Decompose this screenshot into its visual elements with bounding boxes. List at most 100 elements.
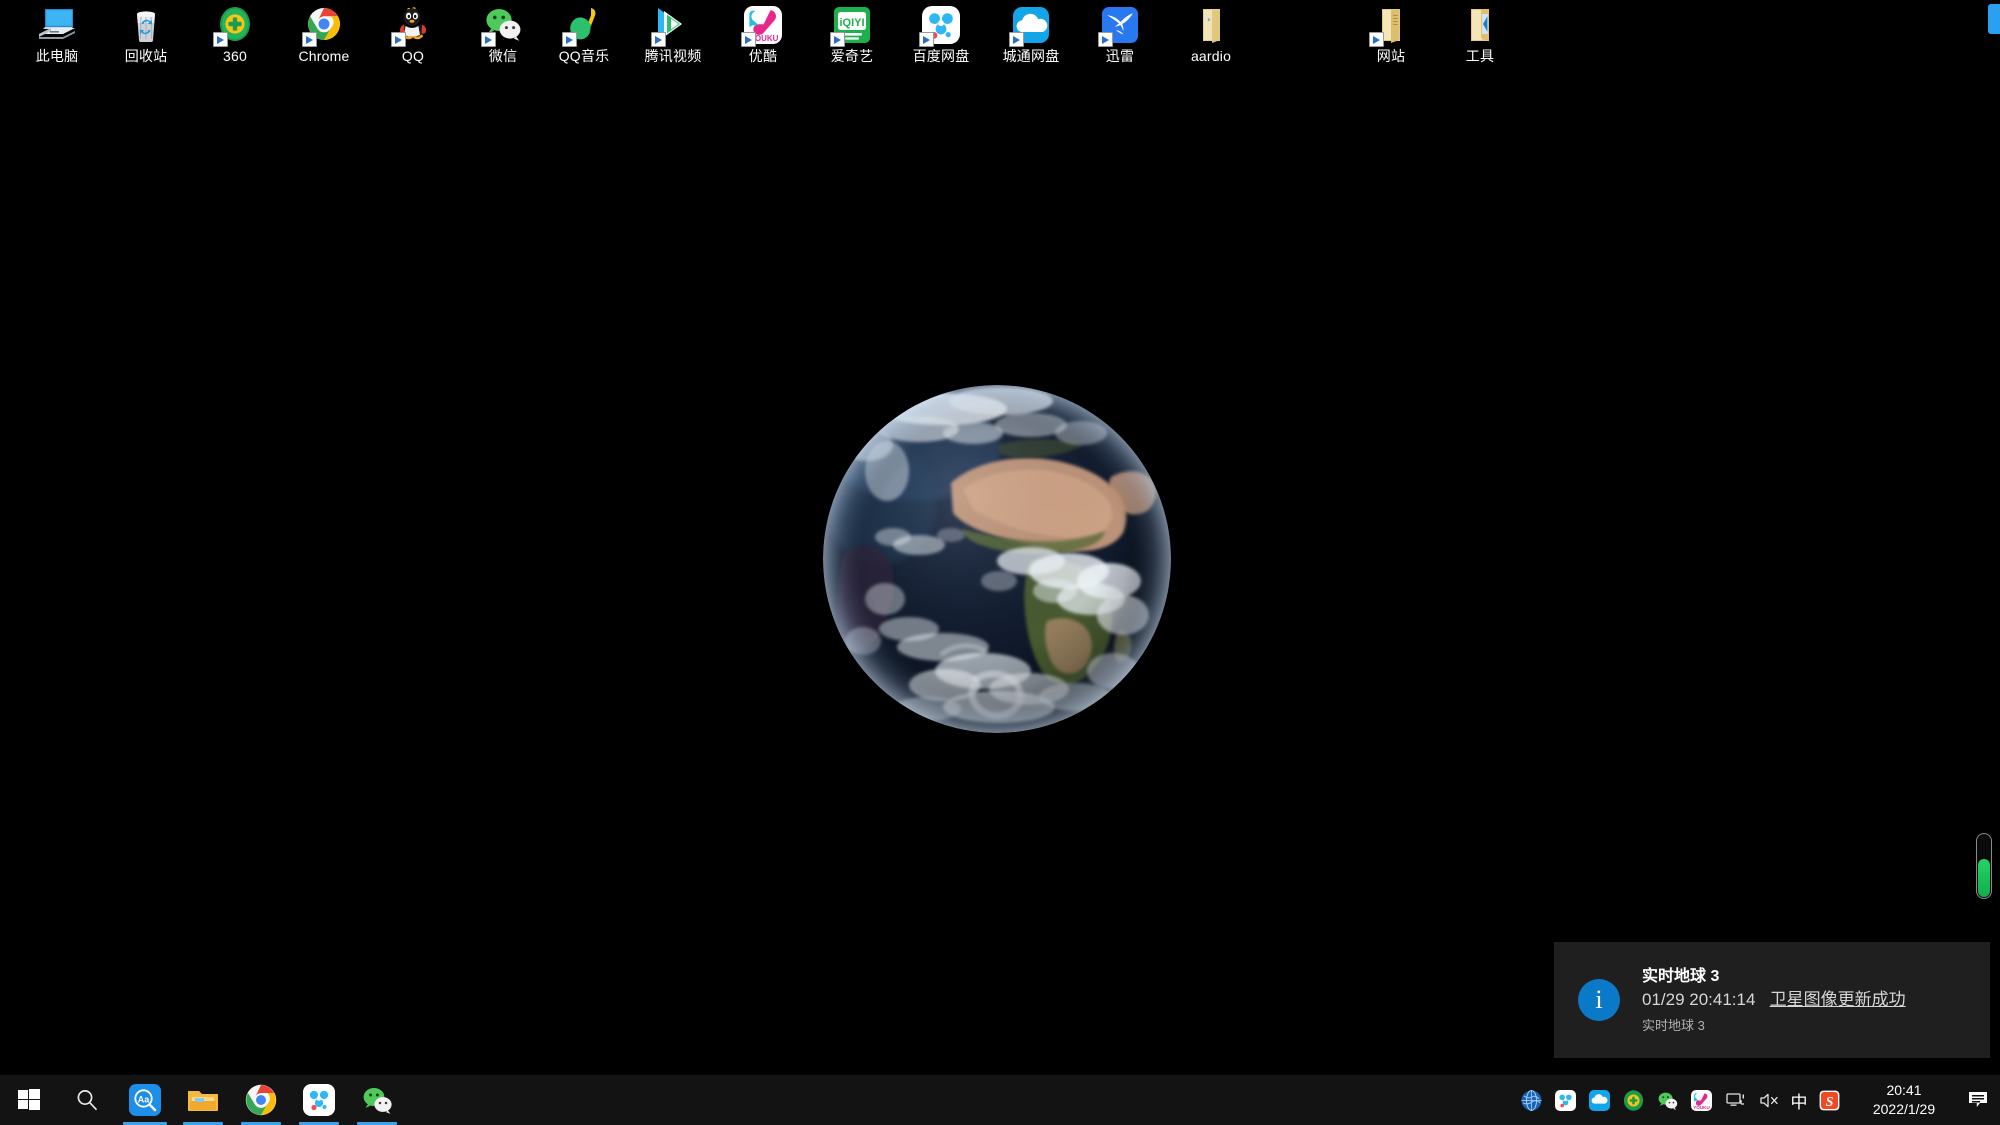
folder-shortcut-icon (1369, 4, 1412, 47)
shortcut-arrow-icon (741, 32, 756, 47)
taskbar-file-explorer[interactable] (174, 1075, 232, 1125)
real-time-earth-widget[interactable] (823, 385, 1173, 745)
desktop-icon-aardio-folder[interactable]: aardio (1166, 2, 1256, 66)
desktop-icon-baidu-netdisk[interactable]: 百度网盘 (896, 2, 986, 66)
computer-icon (36, 4, 78, 46)
desktop-icon-qq-penguin[interactable]: QQ (368, 2, 458, 66)
shortcut-arrow-icon (1098, 32, 1113, 47)
svg-text:YOUKU: YOUKU (1693, 1105, 1710, 1110)
edge-pull-tab[interactable] (1988, 4, 2000, 34)
svg-text:Aa: Aa (138, 1094, 150, 1104)
sogou-input-icon[interactable]: S (1816, 1075, 1842, 1125)
baidu-netdisk-icon (919, 4, 962, 47)
desktop-icon-thunder-xunlei[interactable]: 迅雷 (1075, 2, 1165, 66)
shortcut-arrow-icon (481, 32, 496, 47)
notification-toast[interactable]: i 实时地球 3 01/29 20:41:14 卫星图像更新成功 实时地球 3 (1554, 942, 1990, 1058)
info-icon: i (1578, 979, 1620, 1021)
notification-link[interactable]: 卫星图像更新成功 (1770, 990, 1906, 1009)
clock-date: 2022/1/29 (1872, 1101, 1936, 1117)
desktop-icon-label: 迅雷 (1105, 48, 1135, 64)
shortcut-arrow-icon (562, 32, 577, 47)
ctfile-cloud-tray-icon[interactable] (1586, 1075, 1612, 1125)
svg-text:S: S (1825, 1095, 1833, 1110)
tencent-video-icon (651, 4, 694, 47)
iqiyi-icon: iQIYI (830, 4, 873, 47)
desktop-icon-label: 360 (223, 48, 247, 64)
taskbar-wechat[interactable] (348, 1075, 406, 1125)
desktop-icon-wechat[interactable]: 微信 (458, 2, 548, 66)
desktop-icon-label: 爱奇艺 (830, 48, 874, 64)
wechat-icon (481, 4, 524, 47)
search-button[interactable] (58, 1075, 116, 1125)
desktop-icon-youku[interactable]: YOUKU 优酷 (718, 2, 808, 66)
desktop-icon-folder-open[interactable]: 工具 (1435, 2, 1525, 66)
desktop-icon-label: aardio (1190, 48, 1232, 64)
notification-body: 实时地球 3 01/29 20:41:14 卫星图像更新成功 实时地球 3 (1642, 966, 1906, 1035)
shortcut-arrow-icon (391, 32, 406, 47)
shortcut-arrow-icon (830, 32, 845, 47)
shortcut-arrow-icon (919, 32, 934, 47)
desktop-icon-recycle-bin[interactable]: 回收站 (101, 2, 191, 66)
youku-tray-icon[interactable]: YOUKU (1688, 1075, 1714, 1125)
temperature-gauge[interactable] (1976, 833, 1992, 899)
aardio-folder-icon (1190, 4, 1232, 46)
thunder-xunlei-icon (1098, 4, 1141, 47)
taskbar: Aa YOUKU 中 S 20:41 2022/1/29 (0, 1075, 2000, 1125)
notification-timestamp: 01/29 20:41:14 (1642, 989, 1756, 1009)
desktop-icon-chrome[interactable]: Chrome (279, 2, 369, 66)
shortcut-arrow-icon (651, 32, 666, 47)
shortcut-arrow-icon (1369, 32, 1384, 47)
system-tray: YOUKU 中 S 20:41 2022/1/29 (1514, 1075, 2000, 1125)
desktop-icon-computer[interactable]: 此电脑 (12, 2, 102, 66)
earth-globe-tray-icon[interactable] (1518, 1075, 1544, 1125)
ctfile-netdisk-icon (1009, 4, 1052, 47)
youku-icon: YOUKU (741, 4, 784, 47)
taskbar-spacer (406, 1075, 1514, 1125)
qq-penguin-icon (391, 4, 434, 47)
shortcut-arrow-icon (213, 32, 228, 47)
taskbar-left-group: Aa (0, 1075, 406, 1125)
wechat-tray-icon[interactable] (1654, 1075, 1680, 1125)
action-center-icon[interactable] (1956, 1075, 2000, 1125)
network-tray-icon[interactable] (1722, 1075, 1748, 1125)
svg-text:iQIYI: iQIYI (839, 17, 864, 29)
desktop-icon-label: QQ音乐 (558, 48, 610, 64)
temperature-gauge-fill (1978, 859, 1990, 897)
taskbar-baidu-netdisk[interactable] (290, 1075, 348, 1125)
desktop-icon-label: 回收站 (124, 48, 168, 64)
desktop-screen: 此电脑 回收站 360 Chrome QQ 微信 QQ音乐 腾讯视频 YOUKU… (0, 0, 2000, 1125)
360-safe-icon (213, 4, 256, 47)
recycle-bin-icon (125, 4, 167, 46)
baidu-netdisk-tray-icon[interactable] (1552, 1075, 1578, 1125)
shortcut-arrow-icon (302, 32, 317, 47)
folder-open-icon (1459, 4, 1501, 46)
desktop-icon-360-safe[interactable]: 360 (190, 2, 280, 66)
desktop-icon-folder-shortcut[interactable]: 网站 (1346, 2, 1436, 66)
desktop-icon-tencent-video[interactable]: 腾讯视频 (628, 2, 718, 66)
volume-muted-tray-icon[interactable] (1756, 1075, 1782, 1125)
desktop-icon-label: 腾讯视频 (644, 48, 702, 64)
clock-time: 20:41 (1886, 1082, 1922, 1098)
chrome-icon (302, 4, 345, 47)
desktop-icon-label: 此电脑 (35, 48, 79, 64)
start-button[interactable] (0, 1075, 58, 1125)
notification-app-name: 实时地球 3 (1642, 1017, 1705, 1033)
earth-globe-image[interactable] (823, 385, 1171, 733)
desktop-icon-label: 微信 (488, 48, 518, 64)
taskbar-clock[interactable]: 20:41 2022/1/29 (1856, 1081, 1952, 1119)
shortcut-arrow-icon (1009, 32, 1024, 47)
desktop-icon-qq-music[interactable]: QQ音乐 (539, 2, 629, 66)
taskbar-chrome[interactable] (232, 1075, 290, 1125)
desktop-icon-label: QQ (401, 48, 425, 64)
desktop-icon-label: 优酷 (748, 48, 778, 64)
ime-indicator[interactable]: 中 (1786, 1088, 1812, 1113)
desktop-icon-label: 百度网盘 (912, 48, 970, 64)
qq-music-icon (562, 4, 605, 47)
desktop-icon-ctfile-netdisk[interactable]: 城通网盘 (986, 2, 1076, 66)
desktop-icon-iqiyi[interactable]: iQIYI 爱奇艺 (807, 2, 897, 66)
desktop-icon-label: 城通网盘 (1002, 48, 1060, 64)
notification-title: 实时地球 3 (1642, 967, 1720, 985)
desktop-icon-label: 工具 (1465, 48, 1495, 64)
360-safe-tray-icon[interactable] (1620, 1075, 1646, 1125)
taskbar-everything-search[interactable]: Aa (116, 1075, 174, 1125)
